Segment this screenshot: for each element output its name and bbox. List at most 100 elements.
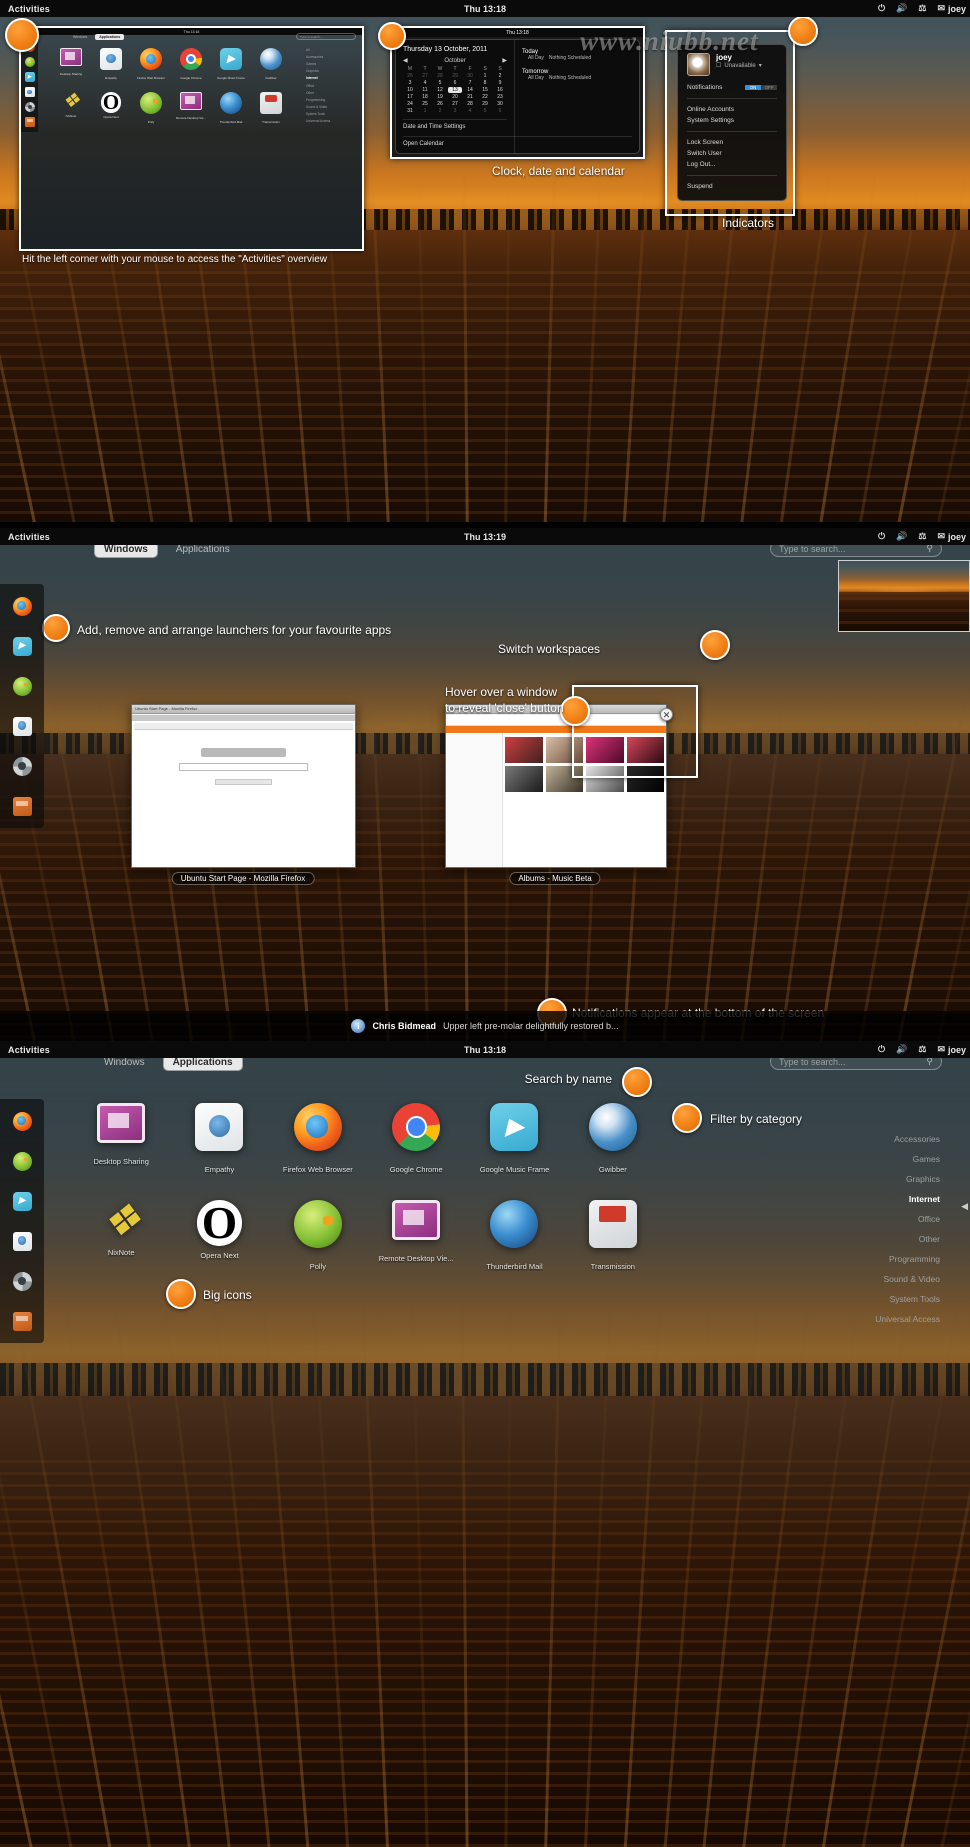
user-menu-button[interactable]: ✉ joey [937,4,966,14]
launcher-item-home[interactable] [4,1303,40,1339]
notifications-toggle[interactable]: ON OFF [745,83,777,92]
calendar-day[interactable]: 23 [493,94,507,100]
calendar-day[interactable]: 25 [418,101,432,107]
activities-button[interactable]: Activities [0,4,58,14]
category-accessories[interactable]: Accessories [796,1129,956,1149]
launcher-item-system-tools[interactable] [4,748,40,784]
calendar-day[interactable]: 15 [478,87,492,93]
mini-category[interactable]: Graphics [306,68,358,75]
mini-tab-windows[interactable]: Windows [69,34,91,40]
calendar-day[interactable]: 3 [403,80,417,86]
volume-icon[interactable]: 🔊 [896,4,907,13]
mini-app-item[interactable]: O Opera Next [91,92,131,124]
category-scroll-arrow-icon[interactable]: ◀ [961,1201,968,1212]
mini-category[interactable]: Games [306,60,358,67]
clock-button[interactable]: Thu 13:18 [464,1045,506,1055]
calendar-day[interactable]: 30 [493,101,507,107]
category-games[interactable]: Games [796,1149,956,1169]
calendar-day[interactable]: 3 [448,108,462,114]
menu-item-log-out[interactable]: Log Out... [687,159,777,170]
open-calendar-link[interactable]: Open Calendar [403,141,444,147]
calendar-day[interactable]: 6 [493,108,507,114]
mini-launcher-polly[interactable] [24,57,35,70]
calendar-next-button[interactable]: ▶ [502,57,507,64]
mini-app-item[interactable]: Google Music Frame [211,48,251,80]
app-item-gwibber[interactable]: Gwibber [564,1103,662,1174]
mini-search-input[interactable]: Type to search... [296,33,356,40]
calendar-day[interactable]: 2 [493,73,507,79]
mini-app-item[interactable]: Google Chrome [171,48,211,80]
clock-button[interactable]: Thu 13:18 [464,4,506,14]
calendar-day[interactable]: 28 [463,101,477,107]
calendar-day[interactable]: 28 [433,73,447,79]
app-item-firefox[interactable]: Firefox Web Browser [269,1103,367,1174]
activities-button[interactable]: Activities [0,532,58,542]
calendar-day[interactable]: 29 [478,101,492,107]
mini-category[interactable]: Office [306,82,358,89]
calendar-day[interactable]: 7 [463,80,477,86]
date-time-settings-link[interactable]: Date and Time Settings [403,124,465,130]
category-system-tools[interactable]: System Tools [796,1289,956,1309]
mini-app-item[interactable]: Empathy [91,48,131,80]
category-programming[interactable]: Programming [796,1249,956,1269]
calendar-day[interactable]: 12 [433,87,447,93]
calendar-day[interactable]: 14 [463,87,477,93]
launcher-item-google-music[interactable] [4,628,40,664]
category-office[interactable]: Office [796,1209,956,1229]
calendar-grid[interactable]: M T W T F S S 26 27 28 29 30 1 2 3 4 5 6 7 8 9 10 11 12 13 14 15 16… [403,66,507,114]
calendar-day[interactable]: 20 [448,94,462,100]
mini-category[interactable]: Internet [306,75,358,82]
calendar-day[interactable]: 21 [463,94,477,100]
mini-app-item[interactable]: Remote Desktop Vie... [171,92,211,124]
user-status[interactable]: ☐ Unavailable ▾ [716,62,762,70]
calendar-day[interactable]: 13 [448,87,462,93]
bluetooth-icon[interactable]: ⚖ [918,4,926,13]
mini-category[interactable]: All [306,46,358,53]
user-menu-button[interactable]: ✉ joey [937,532,966,542]
menu-item-switch-user[interactable]: Switch User [687,148,777,159]
launcher-item-google-music[interactable] [4,1183,40,1219]
mini-app-item[interactable]: ❖ NixNote [51,91,91,124]
mini-category[interactable]: Sound & Video [306,104,358,111]
volume-icon[interactable]: 🔊 [896,532,907,541]
calendar-day[interactable]: 1 [418,108,432,114]
launcher-item-firefox[interactable] [4,588,40,624]
calendar-day[interactable]: 4 [418,80,432,86]
window-close-button[interactable]: ✕ [660,708,673,721]
mini-launcher-home[interactable] [24,117,35,130]
mini-tab-applications[interactable]: Applications [95,34,125,40]
calendar-day[interactable]: 27 [418,73,432,79]
app-item-desktop-sharing[interactable]: Desktop Sharing [72,1103,170,1174]
calendar-day[interactable]: 18 [418,94,432,100]
app-item-remote-desktop[interactable]: Remote Desktop Vie... [367,1200,465,1271]
category-graphics[interactable]: Graphics [796,1169,956,1189]
menu-item-lock-screen[interactable]: Lock Screen [687,137,777,148]
notification-bar[interactable]: i Chris Bidmead Upper left pre-molar del… [0,1011,970,1041]
calendar-day[interactable]: 6 [448,80,462,86]
launcher-item-system-tools[interactable] [4,1263,40,1299]
mini-app-item[interactable]: Desktop Sharing [51,48,91,80]
app-item-transmission[interactable]: Transmission [564,1200,662,1271]
calendar-day[interactable]: 2 [433,108,447,114]
mini-app-item[interactable]: Thunderbird Mail [211,92,251,124]
calendar-day[interactable]: 11 [418,87,432,93]
mini-launcher-tools[interactable] [24,102,35,115]
bluetooth-icon[interactable]: ⚖ [918,1045,926,1054]
calendar-day[interactable]: 26 [433,101,447,107]
app-item-empathy[interactable]: Empathy [170,1103,268,1174]
power-icon[interactable]: ⏻ [878,1045,885,1054]
menu-item-online-accounts[interactable]: Online Accounts [687,104,777,115]
calendar-day[interactable]: 29 [448,73,462,79]
calendar-day[interactable]: 24 [403,101,417,107]
category-sound-video[interactable]: Sound & Video [796,1269,956,1289]
calendar-prev-button[interactable]: ◀ [403,57,408,64]
calendar-day[interactable]: 9 [493,80,507,86]
mini-app-item[interactable]: Polly [131,92,171,124]
mini-app-item[interactable]: Firefox Web Browser [131,48,171,80]
calendar-day[interactable]: 31 [403,108,417,114]
mini-category[interactable]: Accessories [306,53,358,60]
category-other[interactable]: Other [796,1229,956,1249]
calendar-day[interactable]: 16 [493,87,507,93]
app-item-chrome[interactable]: Google Chrome [367,1103,465,1174]
power-icon[interactable]: ⏻ [878,4,885,13]
